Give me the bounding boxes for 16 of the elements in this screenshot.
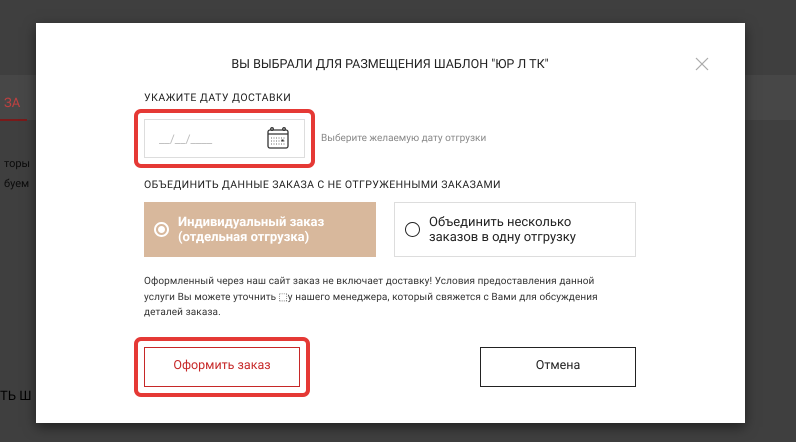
dialog-title: ВЫ ВЫБРАЛИ ДЛЯ РАЗМЕЩЕНИЯ ШАБЛОН "ЮР Л ТК" — [231, 58, 549, 72]
merge-label: ОБЪЕДИНИТЬ ДАННЫЕ ЗАКАЗА С НЕ ОТГРУЖЕННЫМИ ЗАКАЗАМИ — [144, 178, 502, 191]
option-label: Индивидуальный заказ (отдельная отгрузка) — [178, 214, 326, 244]
section-title: ТЬ Ш — [0, 390, 32, 403]
notice-text: Оформленный через наш сайт заказ не включает доставку! Условия предоставления данной услуги Вы можете уточнить ⬚у нашего менеджера, который свяжется с Вами для обсуждения деталей заказа. — [144, 275, 599, 320]
date-hint: Выберите желаемую дату отгрузки — [321, 132, 486, 146]
cancel-button[interactable]: Отмена — [480, 346, 636, 386]
date-field[interactable]: __/__/____ — [144, 119, 305, 158]
calendar-icon — [266, 126, 290, 150]
radio-button[interactable] — [405, 222, 420, 237]
close-icon — [695, 57, 709, 71]
order-option[interactable]: Объединить несколько заказов в одну отгрузку — [394, 202, 636, 257]
option-label: Объединить несколько заказов в одну отгрузку — [429, 214, 577, 244]
close-button[interactable] — [695, 57, 709, 71]
date-label: УКАЖИТЕ ДАТУ ДОСТАВКИ — [144, 91, 292, 104]
submit-button[interactable]: Оформить заказ — [144, 346, 300, 386]
